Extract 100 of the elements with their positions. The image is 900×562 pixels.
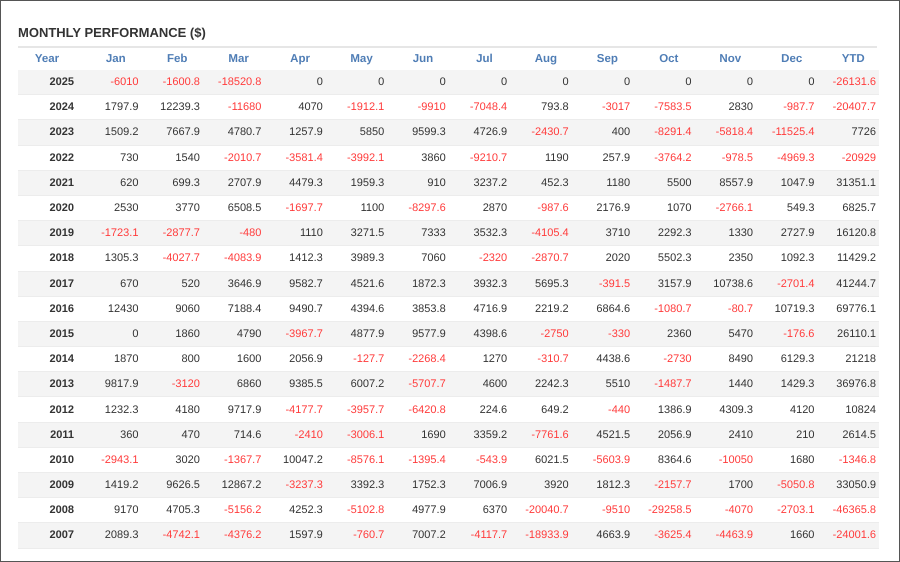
value-cell: 1812.3: [572, 472, 634, 498]
value-cell: -2157.7: [633, 472, 695, 498]
year-cell: 2025: [18, 70, 80, 95]
value-cell: 2219.2: [510, 296, 572, 322]
value-cell: 0: [756, 70, 818, 95]
value-cell: 5470: [694, 321, 756, 347]
value-cell: 2727.9: [756, 220, 818, 246]
value-cell: 1419.2: [80, 472, 142, 498]
value-cell: 4726.9: [448, 120, 510, 146]
value-cell: -18520.8: [202, 70, 264, 95]
value-cell: 9626.5: [141, 472, 203, 498]
value-cell: 3710: [572, 220, 634, 246]
value-cell: 699.3: [141, 170, 203, 196]
value-cell: 7188.4: [202, 296, 264, 322]
value-cell: 360: [80, 422, 142, 448]
value-cell: -8291.4: [633, 120, 695, 146]
value-cell: 2020: [572, 246, 634, 271]
value-cell: 1429.3: [756, 372, 818, 397]
value-cell: 11429.2: [817, 246, 879, 271]
value-cell: -4177.7: [264, 396, 326, 422]
value-cell: 3932.3: [448, 271, 510, 296]
value-cell: 3532.3: [448, 220, 510, 246]
column-header: Aug: [510, 48, 572, 70]
value-cell: -4117.7: [448, 522, 510, 548]
value-cell: -2410: [264, 422, 326, 448]
value-cell: -24001.6: [817, 522, 879, 548]
value-cell: 0: [694, 70, 756, 95]
value-cell: 1440: [694, 372, 756, 397]
value-cell: 9599.3: [387, 120, 449, 146]
value-cell: 4398.6: [448, 321, 510, 347]
value-cell: 9385.5: [264, 372, 326, 397]
value-cell: -7761.6: [510, 422, 572, 448]
value-cell: 4600: [448, 372, 510, 397]
column-header: Mar: [202, 48, 264, 70]
year-cell: 2009: [18, 472, 80, 498]
value-cell: 210: [756, 422, 818, 448]
value-cell: 6864.6: [572, 296, 634, 322]
value-cell: -4105.4: [510, 220, 572, 246]
value-cell: 1412.3: [264, 246, 326, 271]
value-cell: 5510: [572, 372, 634, 397]
value-cell: 257.9: [572, 145, 634, 170]
value-cell: 9490.7: [264, 296, 326, 322]
value-cell: 3392.3: [326, 472, 388, 498]
column-header: May: [326, 48, 388, 70]
value-cell: 7333: [387, 220, 449, 246]
value-cell: 0: [448, 70, 510, 95]
column-header: Nov: [694, 48, 756, 70]
value-cell: 4790: [202, 321, 264, 347]
value-cell: -1723.1: [80, 220, 142, 246]
value-cell: -26131.6: [817, 70, 879, 95]
value-cell: 1386.9: [633, 396, 695, 422]
value-cell: 2089.3: [80, 522, 142, 548]
value-cell: 1232.3: [80, 396, 142, 422]
value-cell: 31351.1: [817, 170, 879, 196]
value-cell: -2870.7: [510, 246, 572, 271]
value-cell: -6420.8: [387, 396, 449, 422]
value-cell: 1257.9: [264, 120, 326, 146]
value-cell: 1660: [756, 522, 818, 548]
value-cell: 1959.3: [326, 170, 388, 196]
value-cell: 0: [326, 70, 388, 95]
value-cell: -80.7: [694, 296, 756, 322]
value-cell: 2242.3: [510, 372, 572, 397]
column-header: Year: [18, 48, 80, 70]
value-cell: 3860: [387, 145, 449, 170]
value-cell: 4120: [756, 396, 818, 422]
year-cell: 2019: [18, 220, 80, 246]
value-cell: 1597.9: [264, 522, 326, 548]
value-cell: -9210.7: [448, 145, 510, 170]
value-cell: -2430.7: [510, 120, 572, 146]
value-cell: 12430: [80, 296, 142, 322]
value-cell: -3581.4: [264, 145, 326, 170]
year-cell: 2015: [18, 321, 80, 347]
value-cell: -480: [202, 220, 264, 246]
value-cell: 4877.9: [326, 321, 388, 347]
value-cell: 0: [510, 70, 572, 95]
value-cell: 3359.2: [448, 422, 510, 448]
value-cell: 7007.2: [387, 522, 449, 548]
value-cell: -3967.7: [264, 321, 326, 347]
value-cell: -3957.7: [326, 396, 388, 422]
value-cell: 2410: [694, 422, 756, 448]
year-cell: 2023: [18, 120, 80, 146]
value-cell: -5818.4: [694, 120, 756, 146]
value-cell: 5502.3: [633, 246, 695, 271]
year-cell: 2017: [18, 271, 80, 296]
value-cell: 4663.9: [572, 522, 634, 548]
value-cell: -4083.9: [202, 246, 264, 271]
value-cell: 620: [80, 170, 142, 196]
value-cell: -3120: [141, 372, 203, 397]
value-cell: 9817.9: [80, 372, 142, 397]
column-header: Jul: [448, 48, 510, 70]
section-title: MONTHLY PERFORMANCE ($): [18, 25, 877, 48]
value-cell: 714.6: [202, 422, 264, 448]
value-cell: -3625.4: [633, 522, 695, 548]
column-header: Feb: [141, 48, 203, 70]
value-cell: 6007.2: [326, 372, 388, 397]
value-cell: 6860: [202, 372, 264, 397]
value-cell: -18933.9: [510, 522, 572, 548]
value-cell: 1700: [694, 472, 756, 498]
value-cell: 10738.6: [694, 271, 756, 296]
value-cell: -2701.4: [756, 271, 818, 296]
